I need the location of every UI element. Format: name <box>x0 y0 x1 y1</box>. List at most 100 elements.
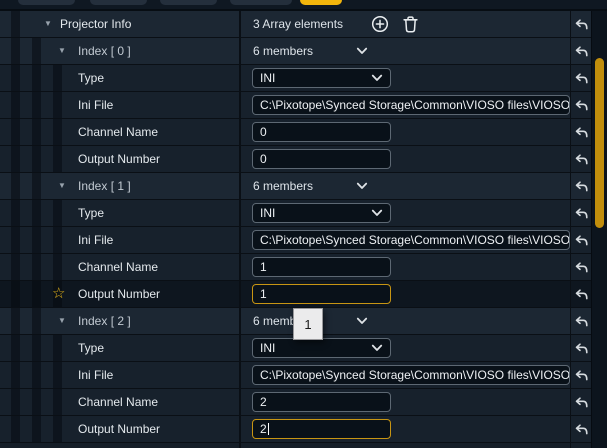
undo-arrow-icon <box>575 127 588 138</box>
type-dropdown[interactable]: INI <box>252 338 391 358</box>
revert-to-default-button[interactable] <box>571 416 592 442</box>
revert-to-default-button[interactable] <box>571 362 592 388</box>
revert-to-default-button[interactable] <box>571 335 592 361</box>
ini-file-field[interactable]: C:\Pixotope\Synced Storage\Common\VIOSO … <box>252 95 570 115</box>
chevron-down-icon <box>371 344 383 352</box>
indent-guide <box>11 65 20 91</box>
expander-arrow-icon[interactable]: ▼ <box>44 11 52 37</box>
type-label: Type <box>78 200 104 226</box>
indent-guide <box>32 416 41 442</box>
indent-guide <box>11 11 20 37</box>
expander-arrow-icon[interactable]: ▼ <box>58 173 66 199</box>
toolbar-tab-3[interactable] <box>160 0 217 5</box>
collapse-chevron-button[interactable] <box>352 173 372 199</box>
indent-guide <box>53 362 62 388</box>
field-value: 2 <box>260 395 267 409</box>
revert-to-default-button[interactable] <box>571 389 592 415</box>
category-row-index-0[interactable]: ▼Index [ 0 ]6 members <box>0 38 592 65</box>
output-number-field[interactable]: 2 <box>252 419 391 439</box>
indent-guide <box>32 92 41 118</box>
ini-file-field[interactable]: C:\Pixotope\Synced Storage\Common\VIOSO … <box>252 365 570 385</box>
category-row-projector-info[interactable]: ▼Projector Info3 Array elements <box>0 11 592 38</box>
revert-to-default-button[interactable] <box>571 281 592 307</box>
field-value: 0 <box>260 125 267 139</box>
delete-array-elements-button[interactable] <box>401 11 419 37</box>
field-value: C:\Pixotope\Synced Storage\Common\VIOSO … <box>260 233 570 247</box>
scrollbar-thumb[interactable] <box>595 58 604 228</box>
toolbar-tab-active[interactable] <box>300 0 342 5</box>
toolbar-tab-1[interactable] <box>18 0 75 5</box>
ini-file-label: Ini File <box>78 92 113 118</box>
category-row-index-1[interactable]: ▼ Index [ 1 ] 6 members <box>0 173 592 200</box>
indent-guide <box>53 65 62 91</box>
indent-guide <box>53 389 62 415</box>
channel-name-field[interactable]: 1 <box>252 257 391 277</box>
indent-guide <box>32 146 41 172</box>
indent-guide <box>53 254 62 280</box>
property-row-channel-name: Channel Name0 <box>0 119 592 146</box>
dropdown-selected-value: INI <box>260 206 275 220</box>
output-number-field[interactable]: 0 <box>252 149 391 169</box>
expander-arrow-icon[interactable]: ▼ <box>58 38 66 64</box>
undo-arrow-icon <box>575 100 588 111</box>
revert-to-default-button[interactable] <box>571 227 592 253</box>
chevron-down-icon <box>371 74 383 82</box>
revert-to-default-button[interactable] <box>571 65 592 91</box>
revert-to-default-button[interactable] <box>571 200 592 226</box>
type-dropdown[interactable]: INI <box>252 68 391 88</box>
undo-arrow-icon <box>575 19 588 30</box>
add-array-element-button[interactable] <box>370 11 390 37</box>
field-value: 1 <box>260 287 267 301</box>
projector-info-label: Projector Info <box>60 11 131 37</box>
ini-file-field[interactable]: C:\Pixotope\Synced Storage\Common\VIOSO … <box>252 230 570 250</box>
indent-guide <box>32 119 41 145</box>
revert-to-default-button[interactable] <box>571 173 592 199</box>
indent-guide <box>53 200 62 226</box>
undo-arrow-icon <box>575 235 588 246</box>
property-row-ini-file: Ini FileC:\Pixotope\Synced Storage\Commo… <box>0 227 592 254</box>
indent-guide <box>32 254 41 280</box>
expander-arrow-icon[interactable]: ▼ <box>58 308 66 334</box>
revert-to-default-button[interactable] <box>571 119 592 145</box>
indent-guide <box>11 335 20 361</box>
undo-arrow-icon <box>575 316 588 327</box>
channel-name-field[interactable]: 0 <box>252 122 391 142</box>
revert-to-default-button[interactable] <box>571 146 592 172</box>
undo-arrow-icon <box>575 343 588 354</box>
collapse-chevron-button[interactable] <box>352 308 372 334</box>
favorite-star-icon[interactable]: ☆ <box>52 281 65 307</box>
chevron-down-icon <box>356 182 368 190</box>
property-row-type: TypeINI <box>0 65 592 92</box>
output-number-field[interactable]: 1 <box>252 284 391 304</box>
indent-guide <box>11 227 20 253</box>
toolbar-strip <box>0 0 607 11</box>
field-value: 0 <box>260 152 267 166</box>
undo-arrow-icon <box>575 181 588 192</box>
revert-to-default-button[interactable] <box>571 254 592 280</box>
type-dropdown[interactable]: INI <box>252 203 391 223</box>
field-value: C:\Pixotope\Synced Storage\Common\VIOSO … <box>260 98 570 112</box>
collapse-chevron-button[interactable] <box>352 38 372 64</box>
undo-arrow-icon <box>575 73 588 84</box>
member-count: 6 members <box>253 38 313 64</box>
indent-guide <box>32 335 41 361</box>
indent-guide <box>53 416 62 442</box>
property-row-ini-file: Ini FileC:\Pixotope\Synced Storage\Commo… <box>0 362 592 389</box>
revert-to-default-button[interactable] <box>571 11 592 37</box>
revert-to-default-button[interactable] <box>571 38 592 64</box>
field-value: 2 <box>260 422 267 436</box>
scrollbar-track[interactable] <box>591 11 607 448</box>
index-1-label: Index [ 1 ] <box>78 173 131 199</box>
index-2-label: Index [ 2 ] <box>78 308 131 334</box>
indent-guide <box>32 65 41 91</box>
toolbar-tab-4[interactable] <box>230 0 292 5</box>
indent-guide <box>11 416 20 442</box>
revert-to-default-button[interactable] <box>571 92 592 118</box>
indent-guide <box>11 362 20 388</box>
revert-to-default-button[interactable] <box>571 308 592 334</box>
channel-name-field[interactable]: 2 <box>252 392 391 412</box>
field-value: 1 <box>260 260 267 274</box>
member-count: 6 members <box>253 173 313 199</box>
toolbar-tab-2[interactable] <box>90 0 147 5</box>
indent-guide <box>11 200 20 226</box>
